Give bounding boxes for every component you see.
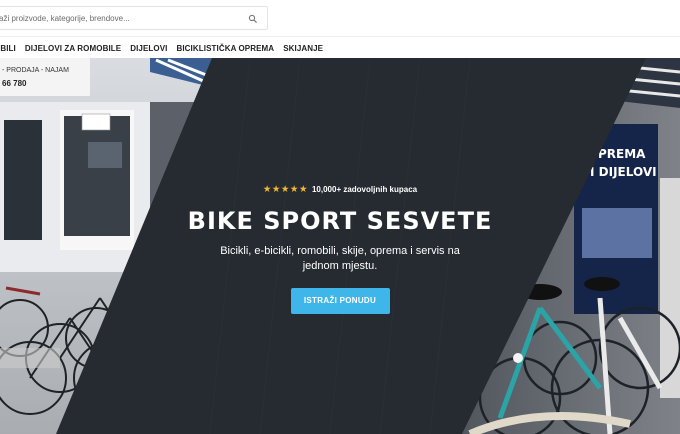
nav-item-dijelovi-za-romobile[interactable]: DIJELOVI ZA ROMOBILE bbox=[25, 44, 121, 53]
search-box bbox=[0, 6, 268, 30]
explore-offer-button[interactable]: ISTRAŽI PONUDU bbox=[290, 288, 390, 314]
hero-content: ★★★★★ 10,000+ zadovoljnih kupaca BIKE SP… bbox=[160, 182, 520, 314]
hero-banner: - PRODAJA - NAJAM 66 780 PREMA I DIJELOV… bbox=[0, 58, 680, 434]
rating-row: ★★★★★ 10,000+ zadovoljnih kupaca bbox=[160, 182, 520, 196]
search-icon[interactable] bbox=[247, 12, 259, 24]
rating-text: 10,000+ zadovoljnih kupaca bbox=[311, 184, 418, 194]
nav-list: OBILI DIJELOVI ZA ROMOBILE DIJELOVI BICI… bbox=[0, 37, 323, 59]
site-header bbox=[0, 0, 680, 36]
hero-title: BIKE SPORT SESVETE bbox=[187, 207, 493, 235]
star-icon: ★★★★★ bbox=[262, 183, 308, 195]
hero-subtitle: Bicikli, e-bicikli, romobili, skije, opr… bbox=[220, 245, 460, 272]
nav-item-dijelovi[interactable]: DIJELOVI bbox=[130, 44, 167, 53]
main-nav: OBILI DIJELOVI ZA ROMOBILE DIJELOVI BICI… bbox=[0, 36, 680, 58]
nav-item-biciklisticka-oprema[interactable]: BICIKLISTIČKA OPREMA bbox=[176, 44, 274, 53]
search-input[interactable] bbox=[0, 7, 235, 29]
nav-item-romobili[interactable]: OBILI bbox=[0, 44, 16, 53]
nav-item-skijanje[interactable]: SKIJANJE bbox=[283, 44, 323, 53]
